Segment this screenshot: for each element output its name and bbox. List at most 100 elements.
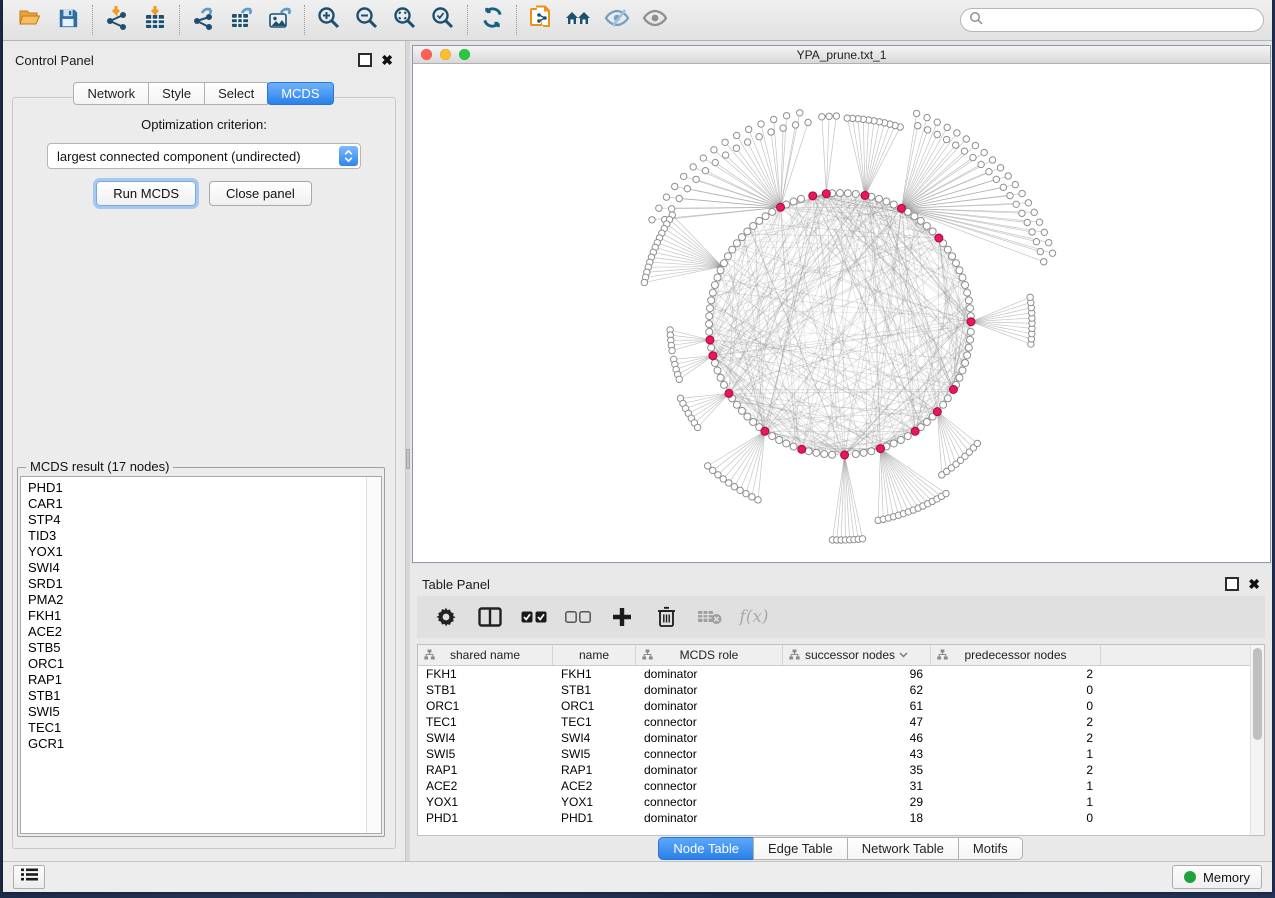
tab-select[interactable]: Select bbox=[204, 82, 268, 105]
import-network-button[interactable] bbox=[98, 4, 136, 36]
table-row[interactable]: SWI5SWI5connector431 bbox=[418, 746, 1264, 762]
table-cell[interactable]: SWI4 bbox=[553, 731, 636, 745]
tab-edge-table[interactable]: Edge Table bbox=[753, 837, 848, 860]
column-header-successor-nodes[interactable]: successor nodes bbox=[783, 645, 931, 665]
table-cell[interactable]: ACE2 bbox=[553, 779, 636, 793]
network-window-titlebar[interactable]: YPA_prune.txt_1 bbox=[413, 46, 1270, 64]
zoom-selected-button[interactable] bbox=[424, 4, 462, 36]
table-cell[interactable]: TEC1 bbox=[418, 715, 553, 729]
mcds-result-item[interactable]: FKH1 bbox=[28, 608, 366, 624]
table-cell[interactable]: FKH1 bbox=[418, 667, 553, 681]
first-neighbors-button[interactable] bbox=[560, 4, 598, 36]
table-scrollbar[interactable] bbox=[1250, 645, 1264, 835]
table-cell[interactable]: 0 bbox=[931, 811, 1101, 825]
table-cell[interactable]: dominator bbox=[636, 763, 783, 777]
table-cell[interactable]: PHD1 bbox=[553, 811, 636, 825]
table-row[interactable]: ORC1ORC1dominator610 bbox=[418, 698, 1264, 714]
add-column-button[interactable] bbox=[605, 602, 639, 632]
table-cell[interactable]: STB1 bbox=[553, 683, 636, 697]
table-row[interactable]: RAP1RAP1dominator352 bbox=[418, 762, 1264, 778]
table-scrollbar-thumb[interactable] bbox=[1253, 648, 1262, 740]
deselect-all-checkboxes-button[interactable] bbox=[561, 602, 595, 632]
hide-selected-button[interactable] bbox=[598, 4, 636, 36]
table-row[interactable]: PHD1PHD1dominator180 bbox=[418, 810, 1264, 826]
export-network-button[interactable] bbox=[185, 4, 223, 36]
table-cell[interactable]: 1 bbox=[931, 747, 1101, 761]
split-panel-button[interactable] bbox=[473, 602, 507, 632]
zoom-in-button[interactable] bbox=[310, 4, 348, 36]
table-cell[interactable]: connector bbox=[636, 779, 783, 793]
mcds-result-item[interactable]: RAP1 bbox=[28, 672, 366, 688]
zoom-out-button[interactable] bbox=[348, 4, 386, 36]
tab-network-table[interactable]: Network Table bbox=[847, 837, 959, 860]
table-cell[interactable]: RAP1 bbox=[553, 763, 636, 777]
table-cell[interactable]: 35 bbox=[783, 763, 931, 777]
memory-button[interactable]: Memory bbox=[1172, 865, 1262, 889]
table-cell[interactable]: YOX1 bbox=[553, 795, 636, 809]
table-row[interactable]: ACE2ACE2connector311 bbox=[418, 778, 1264, 794]
mcds-result-item[interactable]: PMA2 bbox=[28, 592, 366, 608]
table-row[interactable]: FKH1FKH1dominator962 bbox=[418, 666, 1264, 682]
column-header-mcds-role[interactable]: MCDS role bbox=[636, 645, 783, 665]
delete-column-button[interactable] bbox=[649, 602, 683, 632]
table-cell[interactable]: ACE2 bbox=[418, 779, 553, 793]
mcds-list-scrollbar[interactable] bbox=[366, 477, 381, 833]
mcds-result-item[interactable]: GCR1 bbox=[28, 736, 366, 752]
search-input[interactable] bbox=[988, 12, 1255, 28]
table-cell[interactable]: 62 bbox=[783, 683, 931, 697]
table-cell[interactable]: 61 bbox=[783, 699, 931, 713]
open-file-button[interactable] bbox=[11, 4, 49, 36]
table-cell[interactable]: connector bbox=[636, 715, 783, 729]
table-cell[interactable]: 2 bbox=[931, 731, 1101, 745]
minimize-traffic-light[interactable] bbox=[440, 49, 451, 60]
table-cell[interactable]: 96 bbox=[783, 667, 931, 681]
table-cell[interactable]: dominator bbox=[636, 811, 783, 825]
table-cell[interactable]: ORC1 bbox=[418, 699, 553, 713]
task-history-button[interactable] bbox=[13, 865, 45, 889]
table-cell[interactable]: YOX1 bbox=[418, 795, 553, 809]
table-cell[interactable]: FKH1 bbox=[553, 667, 636, 681]
mcds-result-item[interactable]: STB5 bbox=[28, 640, 366, 656]
table-row[interactable]: STB1STB1dominator620 bbox=[418, 682, 1264, 698]
table-cell[interactable]: TEC1 bbox=[553, 715, 636, 729]
select-all-checkboxes-button[interactable] bbox=[517, 602, 551, 632]
tab-motifs[interactable]: Motifs bbox=[958, 837, 1023, 860]
table-cell[interactable]: PHD1 bbox=[418, 811, 553, 825]
tab-style[interactable]: Style bbox=[148, 82, 205, 105]
refresh-view-button[interactable] bbox=[473, 4, 511, 36]
table-row[interactable]: SWI4SWI4dominator462 bbox=[418, 730, 1264, 746]
table-cell[interactable]: 2 bbox=[931, 763, 1101, 777]
table-cell[interactable]: dominator bbox=[636, 699, 783, 713]
table-cell[interactable]: connector bbox=[636, 795, 783, 809]
mcds-result-item[interactable]: PHD1 bbox=[28, 480, 366, 496]
mcds-result-item[interactable]: TID3 bbox=[28, 528, 366, 544]
mcds-result-item[interactable]: STB1 bbox=[28, 688, 366, 704]
close-panel-icon[interactable]: ✖ bbox=[381, 55, 393, 65]
column-header-shared-name[interactable]: shared name bbox=[418, 645, 553, 665]
table-cell[interactable]: 46 bbox=[783, 731, 931, 745]
table-cell[interactable]: SWI4 bbox=[418, 731, 553, 745]
close-panel-button[interactable]: Close panel bbox=[209, 181, 312, 206]
table-cell[interactable]: 2 bbox=[931, 715, 1101, 729]
table-row[interactable]: YOX1YOX1connector291 bbox=[418, 794, 1264, 810]
tab-node-table[interactable]: Node Table bbox=[658, 837, 754, 860]
table-cell[interactable]: 0 bbox=[931, 683, 1101, 697]
float-panel-icon[interactable] bbox=[358, 53, 372, 67]
mcds-result-item[interactable]: SRD1 bbox=[28, 576, 366, 592]
mcds-result-item[interactable]: ORC1 bbox=[28, 656, 366, 672]
mcds-result-item[interactable]: STP4 bbox=[28, 512, 366, 528]
network-canvas[interactable] bbox=[413, 64, 1270, 562]
import-table-button[interactable] bbox=[136, 4, 174, 36]
zoom-fit-button[interactable] bbox=[386, 4, 424, 36]
search-box[interactable] bbox=[960, 8, 1264, 32]
table-cell[interactable]: 31 bbox=[783, 779, 931, 793]
mcds-result-item[interactable]: CAR1 bbox=[28, 496, 366, 512]
table-cell[interactable]: 29 bbox=[783, 795, 931, 809]
show-all-button[interactable] bbox=[636, 4, 674, 36]
export-table-button[interactable] bbox=[223, 4, 261, 36]
table-cell[interactable]: dominator bbox=[636, 667, 783, 681]
float-panel-icon[interactable] bbox=[1225, 577, 1239, 591]
mcds-result-item[interactable]: SWI5 bbox=[28, 704, 366, 720]
run-mcds-button[interactable]: Run MCDS bbox=[96, 181, 196, 206]
table-cell[interactable]: 0 bbox=[931, 699, 1101, 713]
